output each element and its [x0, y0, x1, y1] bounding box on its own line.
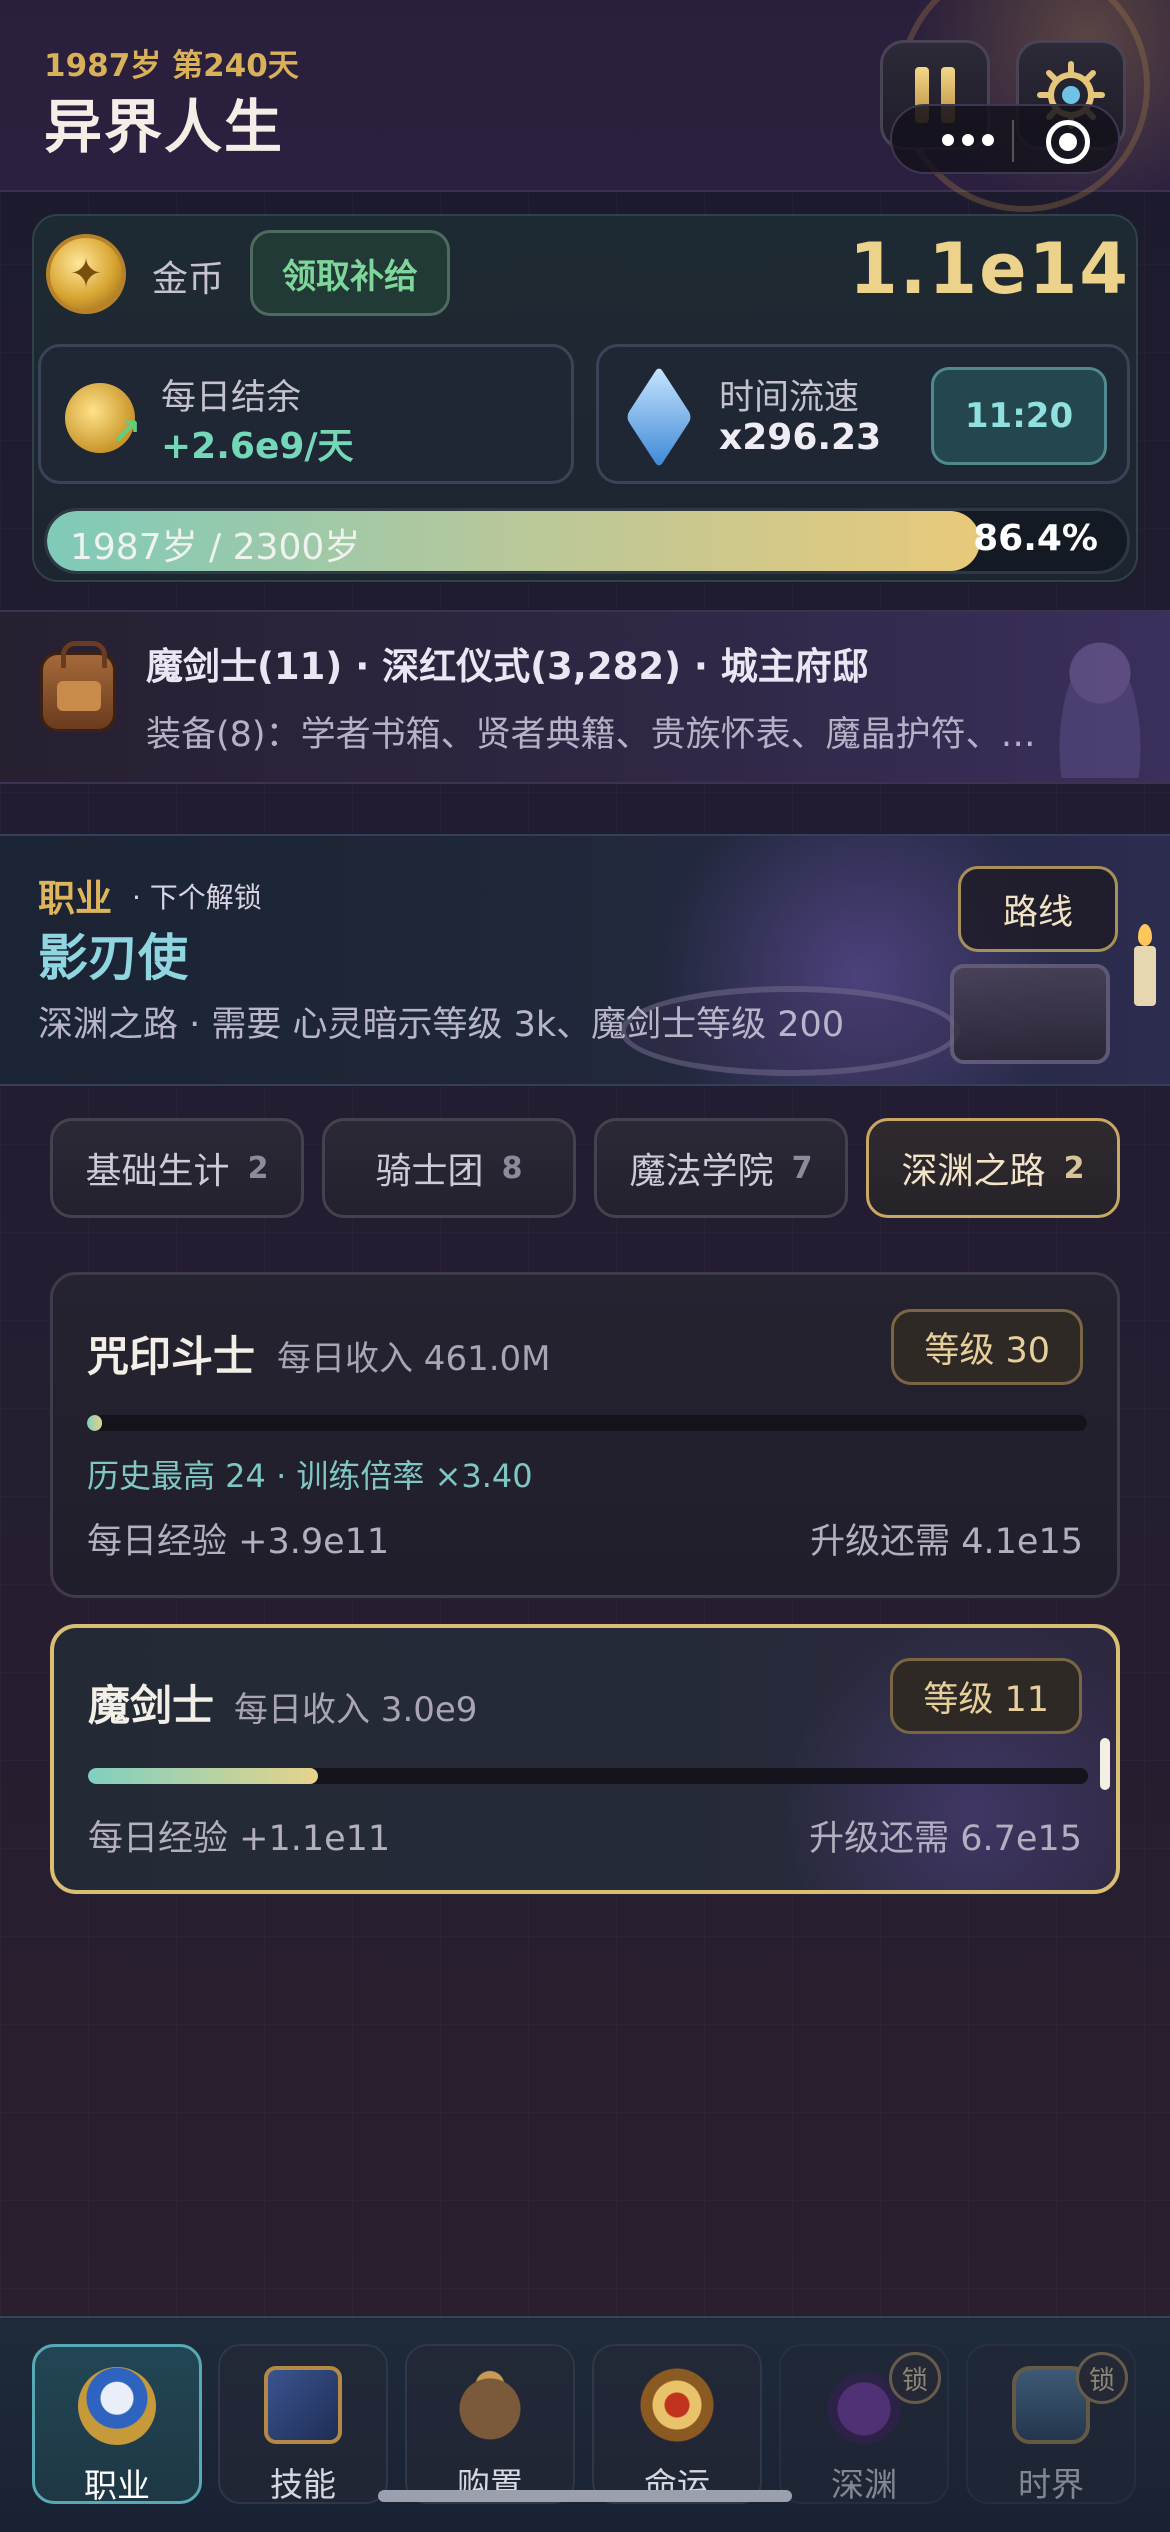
tab-count: 7 — [791, 1150, 813, 1186]
tab-count: 8 — [501, 1150, 523, 1186]
job-name: 魔剑士 — [88, 1681, 215, 1730]
time-speed-card: 时间流速 x296.23 11:20 — [596, 344, 1130, 484]
equipment-line: 装备(8)：学者书箱、贤者典籍、贵族怀表、魔晶护符、… — [146, 715, 1036, 755]
job-history-note: 历史最高 24 · 训练倍率 ×3.40 — [87, 1457, 533, 1495]
tab-label: 基础生计 — [85, 1151, 230, 1192]
close-circle-icon[interactable] — [1046, 120, 1090, 164]
nav-tab-abyss[interactable]: 深渊 锁 — [779, 2344, 949, 2504]
lifespan-percent: 86.4% — [973, 518, 1098, 559]
game-title: 异界人生 — [44, 93, 285, 161]
coin-icon: ✦ — [46, 234, 126, 314]
daily-balance-label: 每日结余 — [161, 378, 302, 418]
level-badge: 等级 11 — [890, 1658, 1082, 1734]
mini-program-capsule[interactable] — [890, 104, 1120, 174]
tab-abyss-path[interactable]: 深渊之路 2 — [866, 1118, 1120, 1218]
job-daily-exp: 每日经验 +1.1e11 — [88, 1819, 391, 1859]
next-unlock-job-name: 影刃使 — [38, 929, 188, 987]
clock-button[interactable]: 11:20 — [931, 367, 1107, 465]
next-unlock-label: · 下个解锁 — [132, 881, 262, 914]
nav-label: 时界 — [1018, 2465, 1084, 2504]
lifespan-text: 1987岁 / 2300岁 — [70, 527, 361, 568]
capsule-divider — [1012, 120, 1014, 162]
job-shield-icon — [78, 2367, 156, 2445]
route-button[interactable]: 路线 — [958, 866, 1118, 952]
job-card-active[interactable]: 魔剑士 每日收入 3.0e9 等级 11 每日经验 +1.1e11 升级还需 6… — [50, 1624, 1120, 1894]
daily-balance-value: +2.6e9/天 — [161, 426, 354, 467]
coin-growth-icon — [65, 383, 141, 453]
daily-balance-card: 每日结余 +2.6e9/天 — [38, 344, 574, 484]
more-icon[interactable] — [942, 134, 994, 146]
tab-basic-living[interactable]: 基础生计 2 — [50, 1118, 304, 1218]
current-status-line: 魔剑士(11) · 深红仪式(3,282) · 城主府邸 — [146, 645, 869, 688]
chest-illustration — [950, 964, 1110, 1064]
job-income: 每日收入 461.0M — [277, 1339, 551, 1379]
home-indicator — [378, 2490, 792, 2502]
tab-count: 2 — [1063, 1150, 1085, 1186]
nav-label: 深渊 — [831, 2465, 897, 2504]
job-name: 咒印斗士 — [87, 1332, 256, 1381]
coin-amount: 1.1e14 — [849, 228, 1130, 310]
tab-knight-order[interactable]: 骑士团 8 — [322, 1118, 576, 1218]
exp-progress-bar — [88, 1768, 1088, 1784]
tab-magic-academy[interactable]: 魔法学院 7 — [594, 1118, 848, 1218]
nav-tab-fate[interactable]: 命运 — [592, 2344, 762, 2504]
age-day-label: 1987岁 第240天 — [44, 48, 299, 84]
job-exp-needed: 升级还需 6.7e15 — [809, 1819, 1082, 1859]
tab-label: 骑士团 — [375, 1151, 484, 1192]
backpack-icon — [40, 641, 116, 732]
job-exp-needed: 升级还需 4.1e15 — [810, 1522, 1083, 1562]
tab-label: 魔法学院 — [629, 1151, 774, 1192]
job-income: 每日收入 3.0e9 — [234, 1690, 478, 1730]
section-label-job: 职业 — [38, 877, 112, 920]
candle-illustration — [1134, 924, 1156, 1006]
skill-book-icon — [264, 2366, 342, 2444]
exp-progress-fill — [88, 1768, 318, 1784]
scrollbar[interactable] — [1100, 1738, 1110, 1790]
nav-label: 职业 — [84, 2466, 150, 2505]
crystal-icon — [625, 365, 693, 469]
character-portrait — [1050, 628, 1150, 778]
job-card[interactable]: 咒印斗士 每日收入 461.0M 等级 30 历史最高 24 · 训练倍率 ×3… — [50, 1272, 1120, 1598]
nav-tab-skill[interactable]: 技能 — [218, 2344, 388, 2504]
level-badge: 等级 30 — [891, 1309, 1083, 1385]
fate-amulet-icon — [638, 2366, 716, 2444]
lock-icon: 锁 — [1076, 2352, 1128, 2404]
nav-tab-timeworld[interactable]: 时界 锁 — [966, 2344, 1136, 2504]
coin-label: 金币 — [152, 259, 225, 300]
time-speed-label: 时间流速 — [719, 378, 860, 418]
exp-progress-fill — [87, 1415, 102, 1431]
shop-bag-icon — [451, 2366, 529, 2444]
claim-supply-button[interactable]: 领取补给 — [250, 230, 450, 316]
tab-label: 深渊之路 — [901, 1151, 1046, 1192]
lock-icon: 锁 — [889, 2352, 941, 2404]
unlock-requirement: 深渊之路 · 需要 心灵暗示等级 3k、魔剑士等级 200 — [38, 1005, 845, 1045]
time-speed-value: x296.23 — [719, 417, 882, 458]
nav-tab-shop[interactable]: 购置 — [405, 2344, 575, 2504]
exp-progress-bar — [87, 1415, 1087, 1431]
tab-count: 2 — [247, 1150, 269, 1186]
nav-label: 技能 — [270, 2465, 336, 2504]
job-daily-exp: 每日经验 +3.9e11 — [87, 1522, 390, 1562]
nav-tab-job[interactable]: 职业 — [32, 2344, 202, 2505]
